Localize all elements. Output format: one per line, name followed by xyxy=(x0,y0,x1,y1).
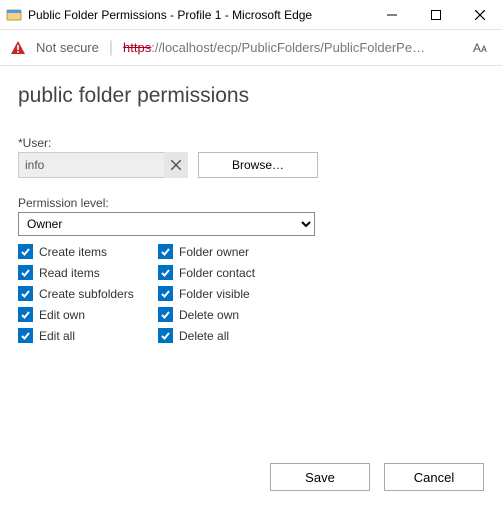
user-input[interactable] xyxy=(18,152,188,178)
check-icon xyxy=(160,267,171,278)
user-label: *User: xyxy=(18,136,484,150)
check-icon xyxy=(160,330,171,341)
title-bar: Public Folder Permissions - Profile 1 - … xyxy=(0,0,502,30)
minimize-button[interactable] xyxy=(370,0,414,30)
check-icon xyxy=(20,267,31,278)
permission-checkbox[interactable] xyxy=(158,265,173,280)
permission-label: Folder visible xyxy=(179,287,250,301)
permission-item: Edit own xyxy=(18,307,158,322)
permissions-grid: Create items Folder owner Read items Folder… xyxy=(18,244,484,343)
permission-label: Create items xyxy=(39,245,107,259)
permission-item: Folder owner xyxy=(158,244,298,259)
permission-item: Edit all xyxy=(18,328,158,343)
permission-label: Edit all xyxy=(39,329,75,343)
check-icon xyxy=(20,246,31,257)
permission-label: Delete all xyxy=(179,329,229,343)
permission-item: Read items xyxy=(18,265,158,280)
check-icon xyxy=(160,246,171,257)
url-scheme: https xyxy=(123,40,151,55)
check-icon xyxy=(160,309,171,320)
user-field: *User: Browse… xyxy=(18,136,484,178)
permission-item: Folder visible xyxy=(158,286,298,301)
permission-checkbox[interactable] xyxy=(18,286,33,301)
permission-item: Folder contact xyxy=(158,265,298,280)
url-path: ://localhost/ecp/PublicFolders/PublicFol… xyxy=(151,40,425,55)
reader-view-button[interactable]: Aᴀ xyxy=(468,38,492,58)
save-button[interactable]: Save xyxy=(270,463,370,491)
permission-label: Create subfolders xyxy=(39,287,134,301)
app-icon xyxy=(6,7,22,23)
permission-item: Delete all xyxy=(158,328,298,343)
permission-checkbox[interactable] xyxy=(18,307,33,322)
page-title: public folder permissions xyxy=(18,84,484,108)
check-icon xyxy=(20,309,31,320)
check-icon xyxy=(20,330,31,341)
page-url[interactable]: https://localhost/ecp/PublicFolders/Publ… xyxy=(123,40,458,55)
warning-icon xyxy=(10,40,26,56)
permission-level-field: Permission level: Owner xyxy=(18,196,484,236)
check-icon xyxy=(160,288,171,299)
address-separator: | xyxy=(109,39,113,57)
permission-label: Read items xyxy=(39,266,100,280)
security-status: Not secure xyxy=(36,40,99,55)
permission-item: Create items xyxy=(18,244,158,259)
permission-label: Edit own xyxy=(39,308,85,322)
browse-button[interactable]: Browse… xyxy=(198,152,318,178)
close-button[interactable] xyxy=(458,0,502,30)
permission-checkbox[interactable] xyxy=(158,328,173,343)
permission-checkbox[interactable] xyxy=(18,328,33,343)
permission-checkbox[interactable] xyxy=(158,244,173,259)
permission-label: Folder owner xyxy=(179,245,249,259)
permission-checkbox[interactable] xyxy=(158,286,173,301)
permission-level-select[interactable]: Owner xyxy=(18,212,315,236)
clear-user-button[interactable] xyxy=(164,152,188,178)
window-title: Public Folder Permissions - Profile 1 - … xyxy=(28,8,312,22)
cancel-button[interactable]: Cancel xyxy=(384,463,484,491)
page-content: public folder permissions *User: Browse…… xyxy=(0,66,502,511)
permission-checkbox[interactable] xyxy=(18,265,33,280)
permission-label: Delete own xyxy=(179,308,239,322)
permission-level-label: Permission level: xyxy=(18,196,484,210)
dialog-footer: Save Cancel xyxy=(18,453,484,511)
permission-checkbox[interactable] xyxy=(18,244,33,259)
permission-checkbox[interactable] xyxy=(158,307,173,322)
permission-item: Create subfolders xyxy=(18,286,158,301)
check-icon xyxy=(20,288,31,299)
address-bar: Not secure | https://localhost/ecp/Publi… xyxy=(0,30,502,66)
maximize-button[interactable] xyxy=(414,0,458,30)
close-icon xyxy=(171,160,181,170)
permission-label: Folder contact xyxy=(179,266,255,280)
permission-item: Delete own xyxy=(158,307,298,322)
